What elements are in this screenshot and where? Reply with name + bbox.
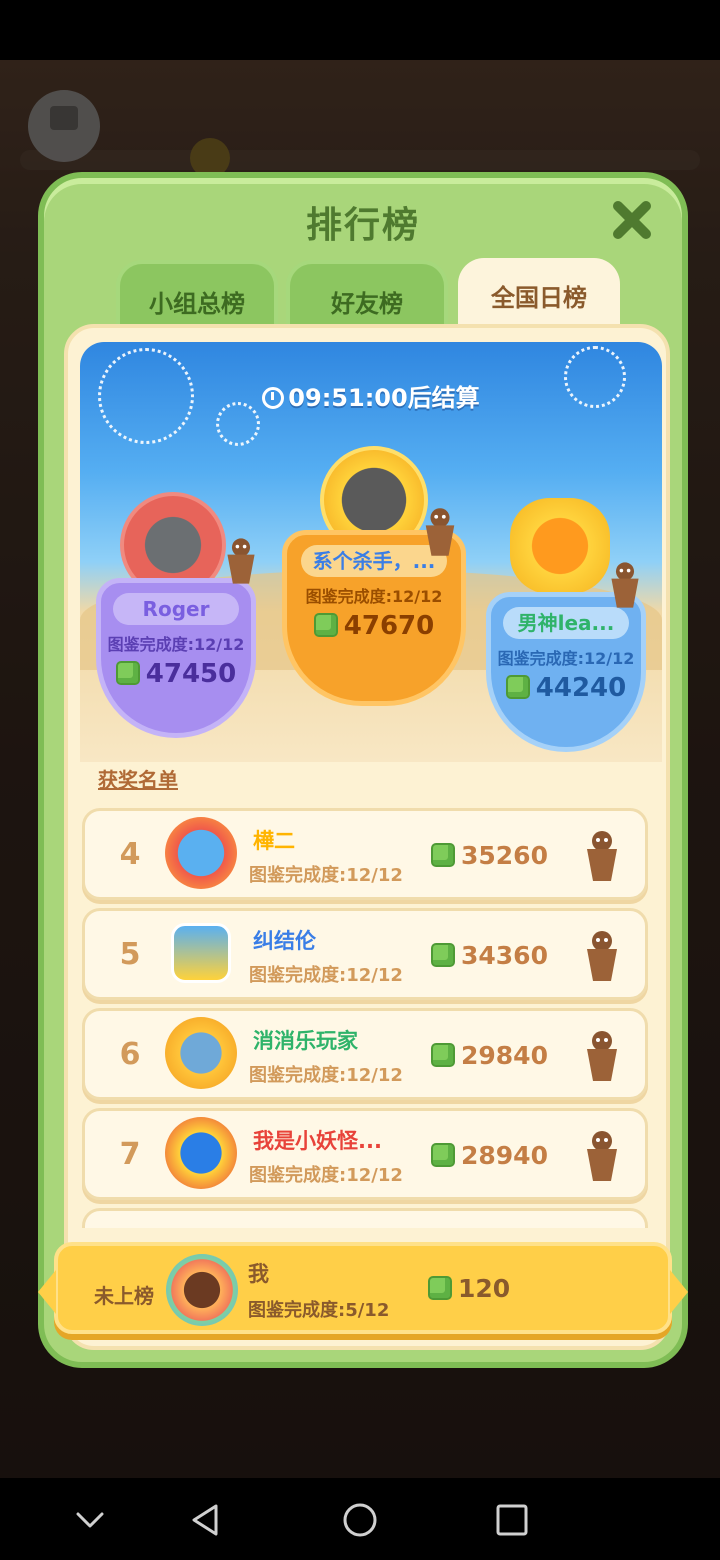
close-icon — [613, 201, 651, 239]
podium-completion: 图鉴完成度:12/12 — [497, 649, 635, 668]
player-completion: 图鉴完成度:12/12 — [249, 965, 403, 986]
gem-icon — [505, 675, 530, 699]
ranking-row[interactable]: 7 我是小妖怪... 图鉴完成度:12/12 28940 — [82, 1108, 648, 1200]
reward-badge-icon — [425, 508, 455, 556]
ranking-row[interactable]: 6 消消乐玩家 图鉴完成度:12/12 29840 — [82, 1008, 648, 1100]
reward-badge-icon — [587, 831, 617, 881]
my-score: 120 — [428, 1274, 510, 1303]
panel-title: 排行榜 — [305, 205, 420, 246]
rank-number: 7 — [119, 1137, 141, 1172]
back-triangle-icon — [192, 1504, 218, 1536]
player-completion: 图鉴完成度:12/12 — [249, 1065, 403, 1086]
system-navigation-bar — [0, 1478, 720, 1560]
settlement-timer: 09:51:00后结算 — [80, 378, 662, 413]
player-completion: 图鉴完成度:12/12 — [249, 865, 403, 886]
leaderboard-content: 09:51:00后结算 Roger 图鉴完成度:12/12 47450 系个杀手… — [64, 324, 670, 1350]
gem-icon — [431, 843, 455, 867]
reward-badge-icon — [587, 931, 617, 981]
podium-score: 44240 — [491, 673, 641, 703]
player-completion: 图鉴完成度:12/12 — [249, 1165, 403, 1186]
podium-shield-rank-2: Roger 图鉴完成度:12/12 47450 — [96, 578, 256, 738]
my-avatar[interactable] — [166, 1254, 238, 1326]
tab-label: 好友榜 — [331, 290, 403, 318]
ranking-row[interactable]: 5 纠结伦 图鉴完成度:12/12 34360 — [82, 908, 648, 1000]
my-name: 我 — [248, 1262, 269, 1286]
rank-number: 5 — [119, 937, 141, 972]
tab-national-daily[interactable]: 全国日榜 — [458, 258, 620, 332]
player-avatar[interactable] — [171, 923, 231, 983]
home-button[interactable] — [338, 1498, 382, 1542]
player-score: 28940 — [431, 1141, 548, 1170]
timer-text: 09:51:00后结算 — [288, 384, 480, 412]
tab-group-total[interactable]: 小组总榜 — [116, 260, 278, 328]
square-icon — [496, 1504, 528, 1536]
podium-name: 男神lea... — [503, 607, 629, 639]
podium-completion: 图鉴完成度:12/12 — [305, 587, 443, 606]
gem-icon — [431, 1143, 455, 1167]
player-name: 消消乐玩家 — [253, 1029, 358, 1053]
player-score: 34360 — [431, 941, 548, 970]
chevron-down-icon — [76, 1512, 104, 1528]
status-bar — [0, 0, 720, 60]
rank-number: 4 — [119, 837, 141, 872]
podium-avatar-rank-3[interactable] — [510, 498, 610, 594]
gem-icon — [431, 1043, 455, 1067]
player-name: 我是小妖怪... — [253, 1129, 382, 1153]
podium-score: 47450 — [101, 659, 251, 689]
player-score: 29840 — [431, 1041, 548, 1070]
tab-friends[interactable]: 好友榜 — [286, 260, 448, 328]
podium-score: 47670 — [287, 611, 461, 641]
home-circle-icon — [343, 1503, 377, 1537]
podium-area: 09:51:00后结算 Roger 图鉴完成度:12/12 47450 系个杀手… — [80, 342, 662, 762]
player-name: 纠结伦 — [253, 929, 316, 953]
gem-icon — [428, 1276, 452, 1300]
ranking-row-partial[interactable] — [82, 1208, 648, 1228]
recent-apps-button[interactable] — [490, 1498, 534, 1542]
my-rank-bar[interactable]: 未上榜 我 图鉴完成度:5/12 120 — [38, 1242, 688, 1334]
hide-keyboard-button[interactable] — [68, 1498, 112, 1542]
back-button[interactable] — [184, 1498, 228, 1542]
player-score: 35260 — [431, 841, 548, 870]
rank-number: 6 — [119, 1037, 141, 1072]
my-completion: 图鉴完成度:5/12 — [248, 1300, 390, 1321]
gem-icon — [313, 613, 338, 637]
award-list-title[interactable]: 获奖名单 — [98, 764, 178, 793]
reward-badge-icon — [587, 1031, 617, 1081]
ranking-list[interactable]: 4 樺二 图鉴完成度:12/12 35260 5 纠结伦 图鉴完成度:12/12… — [82, 808, 648, 1228]
podium-shield-rank-3: 男神lea... 图鉴完成度:12/12 44240 — [486, 592, 646, 752]
podium-name: Roger — [113, 593, 239, 625]
gem-icon — [115, 661, 140, 685]
player-avatar[interactable] — [165, 817, 237, 889]
gem-icon — [431, 943, 455, 967]
tab-label: 全国日榜 — [491, 284, 587, 312]
reward-badge-icon — [587, 1131, 617, 1181]
my-rank-status: 未上榜 — [94, 1284, 154, 1308]
player-avatar[interactable] — [165, 1017, 237, 1089]
close-button[interactable] — [610, 198, 654, 242]
clock-icon — [262, 387, 285, 409]
leaderboard-panel: 排行榜 小组总榜 好友榜 全国日榜 09:51:00后结算 Roger 图鉴完成… — [38, 172, 688, 1368]
reward-badge-icon — [227, 538, 255, 584]
ranking-row[interactable]: 4 樺二 图鉴完成度:12/12 35260 — [82, 808, 648, 900]
reward-badge-icon — [611, 562, 639, 608]
player-name: 樺二 — [253, 829, 295, 853]
podium-completion: 图鉴完成度:12/12 — [107, 635, 245, 654]
player-avatar[interactable] — [165, 1117, 237, 1189]
tab-label: 小组总榜 — [149, 290, 245, 318]
